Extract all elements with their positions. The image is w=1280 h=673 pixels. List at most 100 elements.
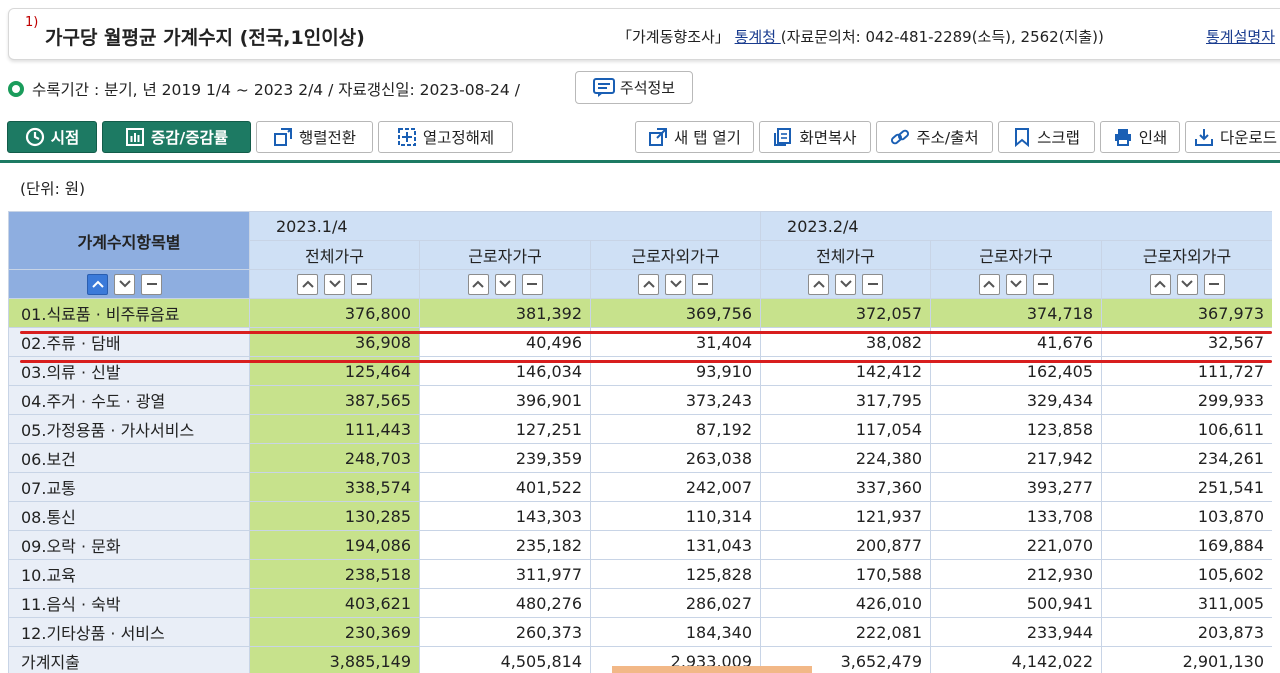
toolbar: 시점 증감/증감률 행렬전환 열고정해제 새 탭 열기 화면복사 주소/출처 스… [0, 121, 1280, 155]
table-cell: 260,373 [419, 617, 591, 647]
bookmark-icon [1015, 128, 1030, 147]
subcol-header: 근로자가구 [930, 240, 1103, 270]
transpose-label: 행렬전환 [298, 129, 357, 147]
collapse-icon[interactable] [1032, 273, 1054, 295]
print-button[interactable]: 인쇄 [1100, 121, 1180, 153]
table-cell: 121,937 [760, 501, 932, 531]
period-header-1: 2023.1/4 [248, 211, 762, 241]
table-cell: 143,303 [419, 501, 591, 531]
contact-info: (자료문의처: 042-481-2289(소득), 2562(지출)) [780, 28, 1104, 46]
external-link-icon [649, 128, 668, 146]
table-cell: 235,182 [419, 530, 591, 560]
agency-link[interactable]: 통계청 [735, 28, 781, 46]
table-cell: 222,081 [760, 617, 932, 647]
sort-down-icon[interactable] [1005, 273, 1027, 295]
table-cell: 393,277 [930, 472, 1103, 502]
data-table: 가계수지항목별 2023.1/4 2023.2/4 전체가구 근로자가구 근로자… [8, 211, 1272, 673]
row-label: 12.기타상품 · 서비스 [8, 617, 250, 647]
download-icon [1195, 129, 1213, 146]
sort-down-icon[interactable] [835, 273, 857, 295]
clock-icon [25, 127, 44, 147]
change-rate-button[interactable]: 증감/증감률 [102, 121, 251, 153]
row-header-title: 가계수지항목별 [8, 211, 250, 270]
table-cell: 329,434 [930, 385, 1103, 415]
table-row[interactable]: 01.식료품 · 비주류음료 376,800 381,392 369,756 372,0… [8, 298, 1272, 328]
survey-name: 「가계동향조사」 [617, 28, 730, 46]
row-label: 09.오락 · 문화 [8, 530, 250, 560]
transpose-button[interactable]: 행렬전환 [256, 121, 373, 153]
collapse-icon[interactable] [692, 273, 713, 295]
sort-down-icon[interactable] [665, 273, 686, 295]
table-row[interactable]: 08.통신 130,285 143,303 110,314 121,937 133,708… [8, 501, 1272, 531]
stat-description-link[interactable]: 통계설명자 [1206, 26, 1275, 47]
table-cell: 234,261 [1101, 443, 1272, 473]
unfix-columns-button[interactable]: 열고정해제 [378, 121, 513, 153]
table-cell: 233,944 [930, 617, 1103, 647]
collapse-icon[interactable] [351, 273, 372, 295]
url-source-button[interactable]: 주소/출처 [876, 121, 993, 153]
table-cell: 251,541 [1101, 472, 1272, 502]
download-button[interactable]: 다운로드 [1185, 121, 1280, 153]
page-title: 가구당 월평균 가계수지 (전국,1인이상) [45, 27, 365, 49]
table-row[interactable]: 09.오락 · 문화 194,086 235,182 131,043 200,877 22… [8, 530, 1272, 560]
time-button[interactable]: 시점 [7, 121, 97, 153]
table-row[interactable]: 06.보건 248,703 239,359 263,038 224,380 217,942… [8, 443, 1272, 473]
collapse-icon[interactable] [521, 273, 543, 295]
table-cell: 317,795 [760, 385, 932, 415]
subcol-header: 전체가구 [760, 240, 932, 270]
sort-up-icon[interactable] [978, 273, 1000, 295]
table-cell: 4,505,814 [419, 646, 591, 673]
table-cell: 338,574 [249, 472, 420, 502]
note-info-button[interactable]: 주석정보 [575, 71, 693, 104]
new-tab-button[interactable]: 새 탭 열기 [635, 121, 754, 153]
table-cell: 169,884 [1101, 530, 1272, 560]
table-cell: 403,621 [249, 588, 420, 618]
collapse-icon[interactable] [862, 273, 884, 295]
sort-up-icon[interactable] [1149, 273, 1171, 295]
table-cell: 200,877 [760, 530, 932, 560]
change-rate-label: 증감/증감률 [151, 129, 228, 147]
row-label: 04.주거 · 수도 · 광열 [8, 385, 250, 415]
table-cell: 396,901 [419, 385, 591, 415]
table-cell: 387,565 [249, 385, 420, 415]
collapse-icon[interactable] [1203, 273, 1225, 295]
table-cell: 133,708 [930, 501, 1103, 531]
table-cell: 3,885,149 [249, 646, 420, 673]
table-row[interactable]: 11.음식 · 숙박 403,621 480,276 286,027 426,010 50… [8, 588, 1272, 618]
sort-down-icon[interactable] [1176, 273, 1198, 295]
table-cell: 105,602 [1101, 559, 1272, 589]
table-cell: 203,873 [1101, 617, 1272, 647]
red-underline-1 [20, 331, 1272, 334]
sort-down-icon[interactable] [114, 273, 135, 295]
sort-up-icon[interactable] [297, 273, 318, 295]
sort-up-icon[interactable] [87, 273, 108, 295]
table-cell: 242,007 [589, 472, 762, 502]
new-tab-label: 새 탭 열기 [674, 129, 741, 147]
table-cell: 217,942 [930, 443, 1103, 473]
table-cell: 311,977 [419, 559, 591, 589]
table-row[interactable]: 04.주거 · 수도 · 광열 387,565 396,901 373,243 317,… [8, 385, 1272, 415]
table-cell: 170,588 [760, 559, 932, 589]
period-info-row: 수록기간 : 분기, 년 2019 1/4 ~ 2023 2/4 / 자료갱신일… [8, 72, 520, 106]
scrap-label: 스크랩 [1037, 129, 1080, 147]
collapse-icon[interactable] [141, 273, 162, 295]
table-row[interactable]: 12.기타상품 · 서비스 230,369 260,373 184,340 222,08… [8, 617, 1272, 647]
footnote-marker[interactable]: 1) [25, 15, 38, 30]
sort-up-icon[interactable] [808, 273, 830, 295]
subcol-header: 전체가구 [249, 240, 420, 270]
table-row[interactable]: 10.교육 238,518 311,977 125,828 170,588 212,930… [8, 559, 1272, 589]
url-source-label: 주소/출처 [916, 129, 979, 147]
screen-copy-button[interactable]: 화면복사 [759, 121, 871, 153]
sort-up-icon[interactable] [638, 273, 659, 295]
scrap-button[interactable]: 스크랩 [998, 121, 1095, 153]
table-row[interactable]: 05.가정용품 · 가사서비스 111,443 127,251 87,192 117,0… [8, 414, 1272, 444]
sort-up-icon[interactable] [467, 273, 489, 295]
time-button-label: 시점 [50, 129, 80, 147]
scroll-indicator[interactable] [612, 666, 812, 673]
table-cell: 221,070 [930, 530, 1103, 560]
sort-down-icon[interactable] [324, 273, 345, 295]
sort-down-icon[interactable] [494, 273, 516, 295]
table-cell: 381,392 [419, 298, 591, 328]
table-row[interactable]: 07.교통 338,574 401,522 242,007 337,360 393,277… [8, 472, 1272, 502]
unfix-columns-label: 열고정해제 [422, 129, 495, 147]
